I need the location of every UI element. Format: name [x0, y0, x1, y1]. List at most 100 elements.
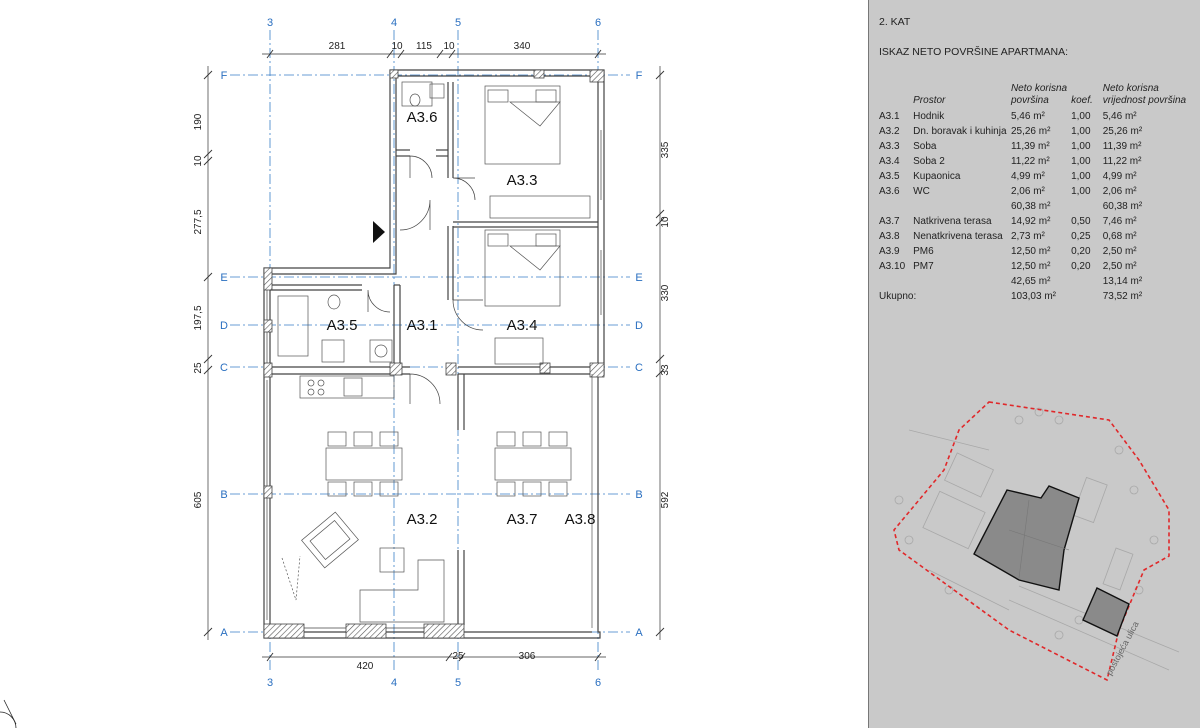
room-name: WC [913, 186, 930, 197]
room-coef: 0,25 [1071, 231, 1091, 242]
table-row: A3.4 Soba 2 11,22 m² 1,00 11,22 m² [877, 152, 1200, 167]
room-value: 2,06 m² [1102, 186, 1137, 197]
grid-lines [230, 30, 630, 670]
grid-row-label-left: F [221, 70, 228, 82]
room-code: A3.2 [879, 126, 900, 137]
room-name: Nenatkrivena terasa [913, 231, 1003, 242]
grid-row-label-left: C [220, 362, 228, 374]
room-code: A3.9 [879, 246, 900, 257]
col-header-value: Neto korisna vrijednost površina [1102, 83, 1187, 106]
col-header-coef: koef. [1071, 95, 1093, 106]
grid-col-label-top: 6 [595, 17, 601, 29]
grid-row-label-left: D [220, 320, 228, 332]
room-name: Natkrivena terasa [913, 216, 992, 227]
total-area: 103,03 m² [1010, 291, 1056, 302]
table-row: A3.8 Nenatkrivena terasa 2,73 m² 0,25 0,68 m… [877, 227, 1200, 242]
room-area: 5,46 m² [1010, 111, 1045, 122]
dimension-label: 190 [193, 113, 204, 130]
room-name: Soba [913, 141, 937, 152]
dimension-label: 281 [329, 41, 346, 52]
table-title: ISKAZ NETO POVRŠINE APARTMANA: [879, 46, 1069, 58]
room-code: A3.8 [879, 231, 900, 242]
grid-col-label-bottom: 3 [267, 677, 273, 689]
table-row: A3.1 Hodnik 5,46 m² 1,00 5,46 m² [877, 107, 1200, 122]
table-row: A3.6 WC 2,06 m² 1,00 2,06 m² [877, 182, 1200, 197]
room-area: 11,39 m² [1010, 141, 1050, 152]
room-coef: 1,00 [1071, 141, 1091, 152]
floor-plan: 3 4 5 6 3 4 5 6 F E D C B A F E D C B A [0, 0, 868, 728]
living-room-furniture [281, 511, 445, 623]
room-area: 2,06 m² [1010, 186, 1045, 197]
room-label-a32: A3.2 [407, 511, 438, 528]
grid-row-label-right: D [635, 320, 643, 332]
subtotal-value: 60,38 m² [1102, 201, 1143, 212]
room-name: PM6 [913, 246, 934, 257]
room-code: A3.10 [879, 261, 906, 272]
dimension-label: 10 [443, 41, 455, 52]
dimension-label: 10 [391, 41, 403, 52]
table-row: A3.9 PM6 12,50 m² 0,20 2,50 m² [877, 242, 1200, 257]
room-label-a38: A3.8 [565, 511, 596, 528]
total-row: Ukupno: 103,03 m² 73,52 m² [877, 287, 1200, 302]
subtotal-area: 42,65 m² [1010, 276, 1051, 287]
dimension-label: 330 [660, 284, 671, 301]
room-label-a37: A3.7 [507, 511, 538, 528]
room-label-a31: A3.1 [407, 317, 438, 334]
table-row: A3.3 Soba 11,39 m² 1,00 11,39 m² [877, 137, 1200, 152]
room-code: A3.1 [879, 111, 900, 122]
grid-row-label-left: B [220, 489, 227, 501]
room-coef: 1,00 [1071, 156, 1091, 167]
dimension-label: 10 [193, 155, 204, 167]
room-coef: 0,20 [1071, 261, 1091, 272]
walls [263, 69, 605, 639]
col-header-net-area: Neto korisna površina [1010, 83, 1068, 106]
room-name: Soba 2 [913, 156, 945, 167]
dimension-label: 340 [514, 41, 531, 52]
grid-row-label-right: E [635, 272, 642, 284]
room-value: 2,50 m² [1102, 246, 1137, 257]
room-value: 2,50 m² [1102, 261, 1137, 272]
room-label-a33: A3.3 [507, 172, 538, 189]
dimension-label: 25 [452, 651, 464, 662]
room-value: 11,22 m² [1102, 156, 1142, 167]
dimension-label: 115 [416, 41, 432, 52]
room-value: 11,39 m² [1102, 141, 1142, 152]
dimension-label: 335 [660, 141, 671, 158]
dimension-label: 33 [660, 364, 671, 376]
room-name: Kupaonica [913, 171, 961, 182]
grid-row-label-right: C [635, 362, 643, 374]
room-code: A3.4 [879, 156, 900, 167]
table-row: A3.10 PM7 12,50 m² 0,20 2,50 m² [877, 257, 1200, 272]
grid-col-label-top: 4 [391, 17, 397, 29]
room-value: 5,46 m² [1102, 111, 1137, 122]
north-arrow-icon [0, 699, 17, 728]
room-coef: 1,00 [1071, 111, 1091, 122]
room-name: Dn. boravak i kuhinja [913, 126, 1007, 137]
room-coef: 0,20 [1071, 246, 1091, 257]
room-area: 2,73 m² [1010, 231, 1045, 242]
room-area: 11,22 m² [1010, 156, 1050, 167]
subtotal-area: 60,38 m² [1010, 201, 1051, 212]
room-area: 12,50 m² [1010, 246, 1051, 257]
kitchen-counter [299, 375, 395, 399]
subtotal-row: 60,38 m² 60,38 m² [877, 197, 1200, 212]
grid-row-label-left: A [220, 627, 228, 639]
site-plan: postojeća ulica [893, 401, 1180, 682]
room-coef: 1,00 [1071, 171, 1091, 182]
bed [484, 85, 591, 365]
room-value: 25,26 m² [1102, 126, 1143, 137]
grid-col-label-top: 3 [267, 17, 273, 29]
room-area: 12,50 m² [1010, 261, 1051, 272]
building-footprint [973, 485, 1080, 591]
grid-col-label-bottom: 6 [595, 677, 601, 689]
table-row: A3.7 Natkrivena terasa 14,92 m² 0,50 7,46 m² [877, 212, 1200, 227]
dimension-label: 306 [519, 651, 536, 662]
room-name: Hodnik [913, 111, 945, 122]
dimension-label: 25 [193, 362, 204, 374]
grid-row-label-left: E [220, 272, 227, 284]
grid-row-label-right: F [636, 70, 643, 82]
dimension-label: 277,5 [193, 209, 204, 234]
dimension-label: 197,5 [193, 305, 204, 330]
area-table: Prostor Neto korisna površina koef. Neto … [877, 77, 1200, 302]
room-label-a34: A3.4 [507, 317, 538, 334]
